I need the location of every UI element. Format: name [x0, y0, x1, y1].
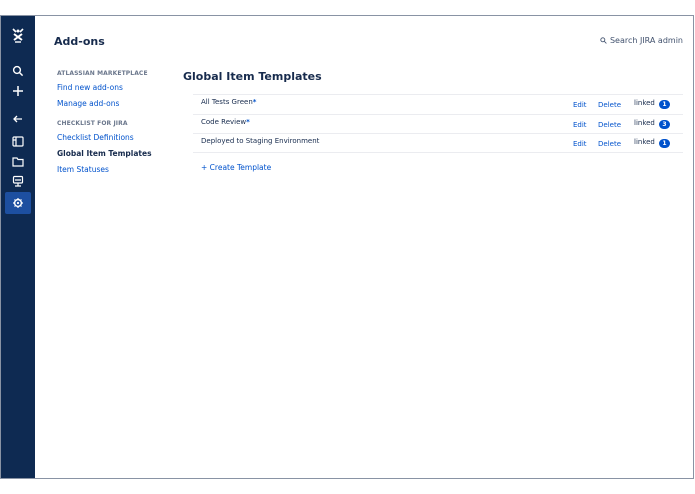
admin-search[interactable]: Search JIRA admin: [600, 36, 683, 45]
templates-content: Global Item Templates All Tests Green* E…: [183, 70, 683, 172]
edit-link[interactable]: Edit: [573, 140, 587, 148]
global-sidebar: [1, 16, 35, 478]
nav-link-item-statuses[interactable]: Item Statuses: [57, 162, 177, 178]
board-icon[interactable]: [5, 130, 31, 152]
nav-link-global-item-templates[interactable]: Global Item Templates: [57, 146, 177, 162]
nav-heading-marketplace: ATLASSIAN MARKETPLACE: [57, 70, 148, 77]
table-row: Code Review* Edit Delete linked 3: [193, 113, 683, 134]
table-row: All Tests Green* Edit Delete linked 1: [193, 94, 683, 114]
template-name: Code Review: [201, 117, 247, 126]
table-row: Deployed to Staging Environment Edit Del…: [193, 133, 683, 153]
nav-link-manage-addons[interactable]: Manage add-ons: [57, 96, 177, 112]
linked-label: linked: [634, 118, 655, 127]
delete-link[interactable]: Delete: [598, 101, 621, 109]
folder-icon[interactable]: [5, 150, 31, 172]
template-name: All Tests Green: [201, 98, 253, 106]
nav-link-checklist-definitions[interactable]: Checklist Definitions: [57, 130, 177, 146]
linked-count-badge[interactable]: 1: [659, 139, 670, 148]
gear-icon[interactable]: [5, 192, 31, 214]
create-template-link[interactable]: + Create Template: [201, 163, 271, 172]
edit-link[interactable]: Edit: [573, 121, 587, 129]
app-logo-icon[interactable]: [5, 24, 31, 46]
main-area: Add-ons Search JIRA admin ATLASSIAN MARK…: [35, 16, 693, 478]
required-star: *: [252, 98, 257, 106]
linked-label: linked: [634, 138, 655, 146]
template-name: Deployed to Staging Environment: [201, 137, 320, 145]
search-icon: [600, 37, 607, 44]
templates-table: All Tests Green* Edit Delete linked 1 Co…: [193, 94, 683, 153]
nav-link-find-addons[interactable]: Find new add-ons: [57, 80, 177, 96]
required-star: *: [246, 117, 250, 126]
back-arrow-icon[interactable]: [5, 108, 31, 130]
page-title: Add-ons: [54, 35, 105, 48]
delete-link[interactable]: Delete: [598, 140, 621, 148]
linked-count-badge[interactable]: 1: [659, 100, 670, 109]
edit-link[interactable]: Edit: [573, 101, 587, 109]
plus-icon[interactable]: [5, 80, 31, 102]
content-title: Global Item Templates: [183, 70, 322, 83]
addons-sidenav: ATLASSIAN MARKETPLACE Find new add-ons M…: [57, 70, 177, 178]
app-frame: Add-ons Search JIRA admin ATLASSIAN MARK…: [0, 15, 694, 479]
monitor-icon[interactable]: [5, 170, 31, 192]
linked-label: linked: [634, 99, 655, 107]
delete-link[interactable]: Delete: [598, 121, 621, 129]
admin-search-label: Search JIRA admin: [609, 36, 683, 45]
search-icon[interactable]: [5, 60, 31, 82]
nav-heading-checklist: CHECKLIST FOR JIRA: [57, 120, 128, 127]
linked-count-badge[interactable]: 3: [659, 119, 670, 129]
